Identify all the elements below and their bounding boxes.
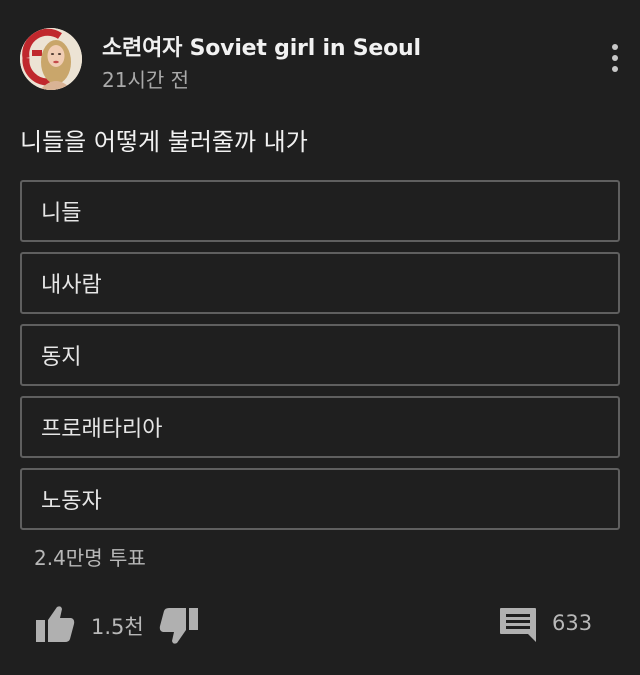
poll: 니들 내사람 동지 프로래타리아 노동자 [20, 180, 620, 540]
community-post: 소련여자 Soviet girl in Seoul 21시간 전 니들을 어떻게… [0, 0, 640, 675]
poll-option-label: 니들 [41, 201, 82, 226]
poll-question: 니들을 어떻게 불러줄까 내가 [20, 128, 308, 156]
poll-option-label: 프로래타리아 [41, 417, 163, 442]
poll-option-label: 동지 [41, 345, 82, 370]
poll-option[interactable]: 내사람 [20, 252, 620, 314]
like-count: 1.5천 [91, 615, 144, 639]
poll-option-label: 노동자 [41, 489, 102, 514]
more-vert-icon[interactable] [602, 40, 628, 76]
comment-icon[interactable] [498, 606, 538, 644]
poll-option[interactable]: 동지 [20, 324, 620, 386]
post-header: 소련여자 Soviet girl in Seoul 21시간 전 [20, 28, 620, 92]
avatar[interactable] [20, 28, 82, 90]
channel-name[interactable]: 소련여자 Soviet girl in Seoul [102, 30, 421, 62]
menu-dot [612, 55, 618, 61]
avatar-image [20, 28, 82, 90]
post-time: 21시간 전 [102, 68, 190, 92]
menu-dot [612, 66, 618, 72]
action-bar: 1.5천 633 [0, 600, 640, 650]
vote-count: 2.4만명 투표 [34, 546, 146, 570]
menu-dot [612, 44, 618, 50]
poll-option[interactable]: 노동자 [20, 468, 620, 530]
poll-option[interactable]: 프로래타리아 [20, 396, 620, 458]
poll-option-label: 내사람 [41, 273, 102, 298]
thumbs-down-icon[interactable] [158, 606, 200, 646]
comment-count: 633 [552, 611, 593, 635]
poll-option[interactable]: 니들 [20, 180, 620, 242]
thumbs-up-icon[interactable] [34, 604, 76, 644]
